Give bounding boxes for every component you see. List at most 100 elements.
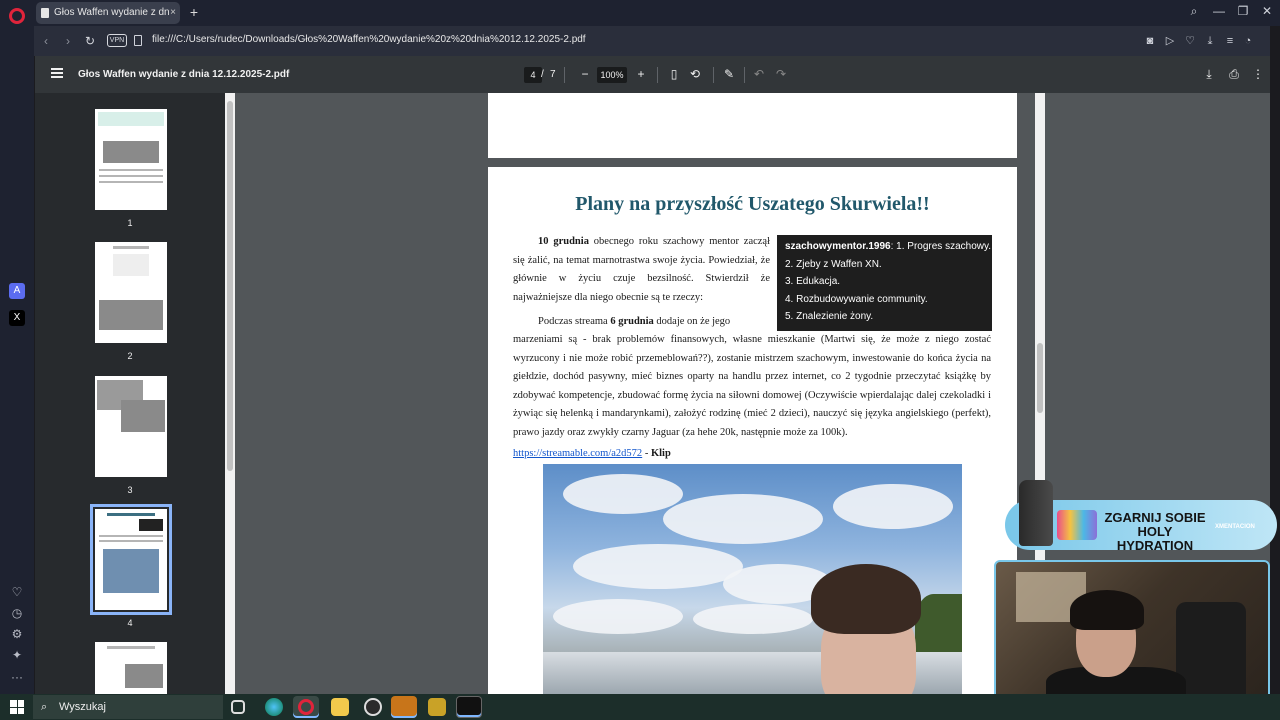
- scrollbar-thumb[interactable]: [227, 101, 233, 471]
- pdf-page-4: Plany na przyszłość Uszatego Skurwiela!!…: [488, 167, 1017, 694]
- paragraph-1: 10 grudnia obecnego roku szachowy mentor…: [513, 233, 770, 307]
- zoom-input[interactable]: 100%: [597, 67, 627, 83]
- divider: [564, 67, 565, 83]
- thumbnail-page-3[interactable]: [95, 376, 167, 477]
- camera-icon[interactable]: ◙: [1143, 34, 1157, 48]
- thumbnail-number: 2: [127, 351, 133, 361]
- opera-logo-icon[interactable]: [9, 8, 25, 24]
- x-twitter-icon[interactable]: X: [9, 310, 25, 326]
- more-options-icon[interactable]: ⋮: [1251, 67, 1265, 81]
- webcam-person-hair: [1070, 590, 1144, 630]
- task-view-icon[interactable]: [231, 700, 245, 714]
- tab-title: Głos Waffen wydanie z dn: [54, 7, 170, 18]
- streamable-link[interactable]: https://streamable.com/a2d572: [513, 448, 642, 459]
- profile-icon[interactable]: ◔: [1241, 34, 1255, 48]
- tab-close-icon[interactable]: ×: [170, 2, 176, 24]
- lightbulb-icon[interactable]: ✦: [10, 648, 24, 662]
- tab-bar: Głos Waffen wydanie z dn × + ⌕ — ❐ ✕: [34, 0, 1280, 26]
- divider: [713, 67, 714, 83]
- tab-pdf[interactable]: Głos Waffen wydanie z dn ×: [36, 2, 180, 24]
- download-pdf-icon[interactable]: ⤓: [1202, 67, 1216, 81]
- product-sticks: [1057, 510, 1097, 540]
- reload-icon[interactable]: ↻: [82, 33, 98, 49]
- chat-item: 5. Znalezienie żony.: [785, 311, 874, 322]
- rotate-icon[interactable]: ⟲: [688, 67, 702, 81]
- sidebar-app-icon[interactable]: A: [9, 283, 25, 299]
- print-icon[interactable]: ⎙: [1227, 67, 1241, 81]
- obs-icon[interactable]: [364, 698, 382, 716]
- search-icon: ⌕: [41, 701, 48, 713]
- url-field[interactable]: file:///C:/Users/rudec/Downloads/Głos%20…: [152, 34, 586, 45]
- easy-setup-icon[interactable]: ≡: [1223, 34, 1237, 48]
- clip-label: Klip: [650, 448, 671, 459]
- thumbnail-page-4[interactable]: [90, 504, 172, 615]
- chat-username: szachowymentor.1996: [785, 241, 891, 252]
- divider: [657, 67, 658, 83]
- annotate-pen-icon[interactable]: ✎: [722, 67, 736, 81]
- chat-item: 4. Rozbudowywanie community.: [785, 293, 928, 305]
- article-photo: [543, 464, 962, 694]
- fit-page-icon[interactable]: ▯: [667, 67, 681, 81]
- webcam-overlay: [994, 560, 1270, 712]
- windows-taskbar: ⌕ Wyszukaj: [0, 694, 1280, 720]
- thumbnail-number: 4: [127, 618, 133, 628]
- paragraph-2: Podczas streama 6 grudnia dodaje on że j…: [513, 313, 770, 332]
- thumbnail-scrollbar[interactable]: [225, 93, 235, 694]
- back-icon[interactable]: ‹: [38, 33, 54, 49]
- heart-icon[interactable]: ♡: [10, 585, 24, 599]
- history-icon[interactable]: ◷: [10, 606, 24, 620]
- date-bold: 10 grudnia: [538, 236, 589, 247]
- settings-gear-icon[interactable]: ⚙: [10, 627, 24, 641]
- pdf-toolbar: Głos Waffen wydanie z dnia 12.12.2025-2.…: [35, 56, 1270, 93]
- link-separator: -: [642, 448, 651, 459]
- clip-link-line: https://streamable.com/a2d572 - Klip: [513, 448, 671, 459]
- paragraph-3: marzeniami są - brak problemów finansowy…: [513, 334, 991, 438]
- total-pages: 7: [550, 69, 556, 80]
- game-launcher-icon[interactable]: [428, 698, 446, 716]
- banner-line-2: HOLY HYDRATION: [1116, 524, 1194, 553]
- zoom-out-icon[interactable]: −: [578, 67, 592, 81]
- scrollbar-thumb[interactable]: [1037, 343, 1043, 413]
- thumbnail-page-5[interactable]: [95, 642, 167, 694]
- close-window-icon[interactable]: ✕: [1259, 4, 1275, 18]
- file-icon: [134, 35, 142, 46]
- redo-icon[interactable]: ↷: [774, 67, 788, 81]
- banner-brand: XMENTACION: [1215, 524, 1255, 530]
- taskbar-search[interactable]: ⌕ Wyszukaj: [33, 695, 223, 719]
- file-explorer-icon[interactable]: [331, 698, 349, 716]
- banner-text: ZGARNIJ SOBIE HOLY HYDRATION: [1100, 511, 1210, 553]
- app-taskbar-icon[interactable]: [391, 696, 417, 718]
- address-bar: ‹ › ↻ VPN file:///C:/Users/rudec/Downloa…: [34, 26, 1270, 56]
- thumbnail-page-1[interactable]: [95, 109, 167, 210]
- article-title: Plany na przyszłość Uszatego Skurwiela!!: [575, 193, 930, 215]
- send-icon[interactable]: ▷: [1163, 34, 1177, 48]
- page-number-input[interactable]: 4: [524, 67, 542, 83]
- document-icon: [41, 8, 49, 18]
- undo-icon[interactable]: ↶: [752, 67, 766, 81]
- vpn-badge[interactable]: VPN: [107, 34, 127, 47]
- download-icon[interactable]: ⤓: [1203, 34, 1217, 48]
- date-bold: 6 grudnia: [610, 316, 654, 327]
- more-dots-icon[interactable]: ···: [10, 670, 24, 684]
- menu-icon[interactable]: [51, 68, 63, 78]
- opera-sidebar: A X ♡ ◷ ⚙ ✦ ···: [0, 0, 34, 694]
- windows-start-icon[interactable]: [10, 700, 24, 714]
- edge-icon[interactable]: [265, 698, 283, 716]
- chat-item: 3. Edukacja.: [785, 276, 841, 287]
- forward-icon[interactable]: ›: [60, 33, 76, 49]
- opera-taskbar-icon[interactable]: [293, 696, 319, 718]
- unreal-icon[interactable]: [456, 696, 482, 718]
- thumbnail-page-2[interactable]: [95, 242, 167, 343]
- thumbnail-number: 3: [127, 485, 133, 495]
- bookmark-heart-icon[interactable]: ♡: [1183, 34, 1197, 48]
- shaker-bottle-icon: [1019, 480, 1053, 546]
- restore-icon[interactable]: ❐: [1235, 4, 1251, 18]
- thumbnail-sidebar: 1 2 3 4: [35, 93, 235, 694]
- search-placeholder: Wyszukaj: [59, 701, 106, 713]
- pdf-file-title: Głos Waffen wydanie z dnia 12.12.2025-2.…: [78, 69, 290, 80]
- search-tabs-icon[interactable]: ⌕: [1186, 4, 1202, 19]
- minimize-icon[interactable]: —: [1211, 4, 1227, 18]
- zoom-in-icon[interactable]: +: [634, 67, 648, 81]
- new-tab-button[interactable]: +: [186, 4, 202, 20]
- thumbnail-number: 1: [127, 218, 133, 228]
